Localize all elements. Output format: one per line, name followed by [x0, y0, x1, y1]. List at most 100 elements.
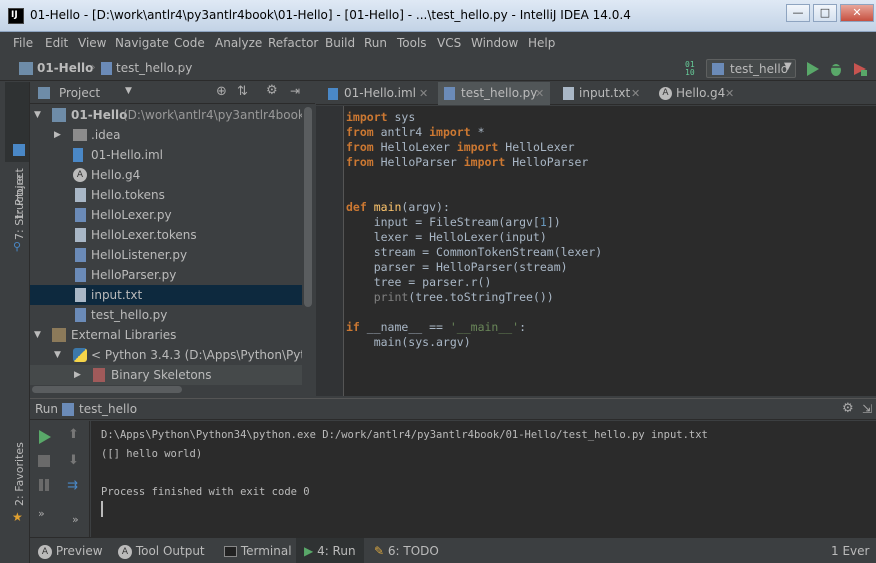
close-tab-icon[interactable]: ✕ [631, 82, 640, 105]
more-icon[interactable]: » [38, 507, 45, 520]
tab-test-hello-py[interactable]: test_hello.py ✕ [438, 82, 550, 105]
hide-panel-icon[interactable]: ⇲ [862, 402, 872, 416]
event-log-button[interactable]: 1 Ever [831, 543, 869, 559]
tab-input-txt[interactable]: input.txt ✕ [557, 82, 647, 105]
chevron-down-icon[interactable]: ▼ [125, 86, 132, 96]
tree-item-input-txt[interactable]: input.txt [30, 285, 302, 305]
tree-item-label: HelloLexer.tokens [91, 228, 197, 242]
project-vertical-scrollbar[interactable] [302, 105, 314, 395]
tree-item-lexer-py[interactable]: HelloLexer.py [30, 205, 302, 225]
tab-hello-g4[interactable]: A Hello.g4 ✕ [655, 82, 745, 105]
arrow-down-icon[interactable]: ⬇ [68, 453, 79, 468]
tree-item-parser[interactable]: HelloParser.py [30, 265, 302, 285]
tree-item-g4[interactable]: A Hello.g4 [30, 165, 302, 185]
scrollbar-thumb[interactable] [304, 107, 312, 307]
menu-code[interactable]: Code [174, 36, 205, 50]
todo-icon: ✎ [374, 544, 385, 558]
tab-structure[interactable]: 7: Structure [13, 175, 26, 240]
tree-item-label: External Libraries [71, 328, 177, 342]
maximize-button[interactable]: □ [813, 4, 837, 22]
tool-output-button[interactable]: A Tool Output [118, 543, 205, 559]
tree-item-listener[interactable]: HelloListener.py [30, 245, 302, 265]
code-content[interactable]: import sys from antlr4 import * from Hel… [346, 110, 602, 350]
minimize-button[interactable]: — [786, 4, 810, 22]
binary-icon[interactable]: 01 10 [685, 61, 695, 77]
arrow-up-icon[interactable]: ⬆ [68, 427, 79, 442]
star-icon: ★ [12, 510, 23, 524]
tab-label: 01-Hello.iml [344, 86, 416, 100]
project-view-icon [38, 87, 50, 99]
coverage-icon[interactable] [852, 61, 868, 77]
terminal-button[interactable]: Terminal [224, 543, 292, 559]
expand-arrow-icon[interactable]: ▼ [34, 325, 41, 345]
menu-tools[interactable]: Tools [397, 36, 427, 50]
menu-build[interactable]: Build [325, 36, 355, 50]
gear-icon[interactable]: ⚙ [266, 83, 278, 98]
tree-item-label: input.txt [91, 288, 143, 302]
project-view-label[interactable]: Project [59, 86, 100, 100]
tab-favorites[interactable]: 2: Favorites [13, 442, 26, 506]
expand-arrow-icon[interactable]: ▼ [34, 105, 41, 125]
menu-analyze[interactable]: Analyze [215, 36, 262, 50]
preview-button[interactable]: A Preview [38, 543, 103, 559]
rerun-icon[interactable] [36, 429, 52, 445]
tree-item-python-sdk[interactable]: ▼ < Python 3.4.3 (D:\Apps\Python\Pythor [30, 345, 302, 365]
scrollbar-thumb[interactable] [32, 386, 182, 393]
more-icon[interactable]: » [72, 513, 79, 526]
python-file-icon [75, 268, 86, 282]
tree-item-idea[interactable]: ▶ .idea [30, 125, 302, 145]
menu-vcs[interactable]: VCS [437, 36, 461, 50]
menu-refactor[interactable]: Refactor [268, 36, 318, 50]
collapse-arrow-icon[interactable]: ▶ [74, 365, 81, 385]
menu-navigate[interactable]: Navigate [115, 36, 169, 50]
iml-file-icon [73, 148, 83, 162]
collapse-icon[interactable]: ⇅ [237, 84, 248, 99]
tree-item-lexer-tokens[interactable]: HelloLexer.tokens [30, 225, 302, 245]
menu-view[interactable]: View [78, 36, 106, 50]
debug-icon[interactable] [828, 61, 844, 77]
run-config-dropdown[interactable]: test_hello ▼ [706, 59, 796, 78]
wrap-icon[interactable]: ⇉ [67, 478, 78, 493]
close-tab-icon[interactable]: ✕ [535, 82, 544, 105]
run-panel-config[interactable]: test_hello [79, 402, 137, 416]
ide-window: 01-Hello - [D:\work\antlr4\py3antlr4book… [0, 0, 876, 563]
tree-item-label: .idea [91, 128, 121, 142]
tab-label: input.txt [579, 86, 631, 100]
close-tab-icon[interactable]: ✕ [419, 82, 428, 105]
run-icon[interactable] [804, 61, 820, 77]
menu-run[interactable]: Run [364, 36, 387, 50]
text-file-icon [75, 228, 86, 242]
console-caret [101, 501, 103, 517]
pause-icon[interactable] [39, 479, 43, 491]
menu-file[interactable]: File [13, 36, 33, 50]
close-tab-icon[interactable]: ✕ [725, 82, 734, 105]
target-icon[interactable]: ⊕ [216, 84, 227, 99]
console-output[interactable]: D:\Apps\Python\Python34\python.exe D:/wo… [91, 421, 876, 537]
menu-window[interactable]: Window [471, 36, 518, 50]
hide-panel-icon[interactable]: ⇥ [290, 84, 300, 98]
breadcrumb-project[interactable]: 01-Hello [37, 61, 93, 75]
menu-edit[interactable]: Edit [45, 36, 68, 50]
collapse-arrow-icon[interactable]: ▶ [54, 125, 61, 145]
tree-item-iml[interactable]: 01-Hello.iml [30, 145, 302, 165]
tree-item-tokens[interactable]: Hello.tokens [30, 185, 302, 205]
tree-item-test-hello[interactable]: test_hello.py [30, 305, 302, 325]
structure-tab-icon: ⚲ [13, 240, 22, 253]
tree-root[interactable]: ▼ 01-Hello (D:\work\antlr4\py3antlr4book… [30, 105, 302, 125]
run-tab-button[interactable]: ▶ 4: Run [296, 538, 364, 563]
antlr-output-icon: A [118, 544, 132, 559]
stop-icon[interactable] [38, 455, 50, 467]
tab-01-hello-iml[interactable]: 01-Hello.iml ✕ [322, 82, 432, 105]
expand-arrow-icon[interactable]: ▼ [54, 345, 61, 365]
tree-item-external-libraries[interactable]: ▼ External Libraries [30, 325, 302, 345]
gear-icon[interactable]: ⚙ [842, 401, 854, 416]
close-button[interactable]: ✕ [840, 4, 874, 22]
project-horizontal-scrollbar[interactable] [30, 385, 302, 395]
menu-help[interactable]: Help [528, 36, 555, 50]
run-toolbar: » ⬆ ⬇ ⇉ » [30, 421, 90, 537]
tree-item-binary-skeletons[interactable]: ▶ Binary Skeletons [30, 365, 302, 385]
todo-button[interactable]: ✎ 6: TODO [374, 543, 439, 559]
python-file-icon [444, 87, 455, 100]
chevron-down-icon: ▼ [784, 61, 792, 72]
code-editor[interactable]: import sys from antlr4 import * from Hel… [316, 106, 876, 396]
